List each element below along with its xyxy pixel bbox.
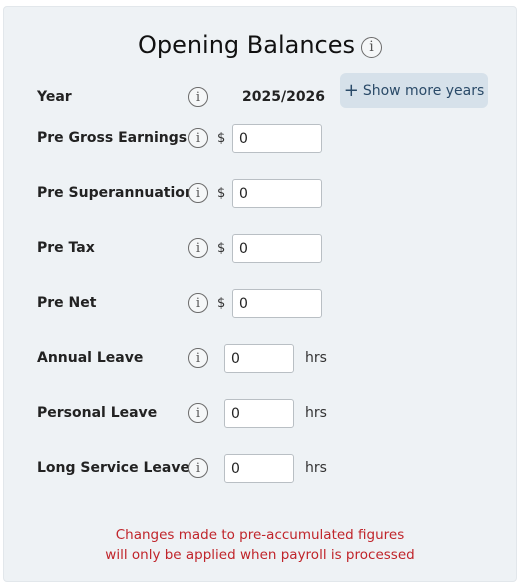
pre-gross-earnings-label: Pre Gross Earnings: [37, 130, 188, 146]
show-more-years-label: Show more years: [362, 82, 485, 99]
year-row: Year i 2025/2026 + Show more years: [4, 73, 516, 113]
pre-superannuation-label: Pre Superannuation: [37, 185, 195, 201]
show-more-years-button[interactable]: + Show more years: [340, 73, 488, 108]
hours-unit: hrs: [305, 405, 327, 421]
page-title-container: Opening Balances i: [4, 31, 516, 59]
currency-symbol: $: [217, 241, 226, 256]
annual-leave-label: Annual Leave: [37, 350, 144, 366]
pre-superannuation-input[interactable]: [232, 179, 322, 208]
opening-balances-panel: Opening Balances i Year i 2025/2026 + Sh…: [3, 6, 517, 582]
currency-symbol: $: [217, 296, 226, 311]
long-service-leave-input[interactable]: [224, 454, 294, 483]
info-icon[interactable]: i: [188, 403, 208, 423]
info-icon[interactable]: i: [188, 183, 208, 203]
pre-gross-earnings-row: Pre Gross Earnings i $: [4, 124, 516, 154]
currency-symbol: $: [217, 131, 226, 146]
currency-symbol: $: [217, 186, 226, 201]
info-icon[interactable]: i: [188, 128, 208, 148]
info-icon[interactable]: i: [188, 348, 208, 368]
plus-icon: +: [343, 79, 359, 101]
info-icon[interactable]: i: [188, 238, 208, 258]
pre-tax-label: Pre Tax: [37, 240, 95, 256]
annual-leave-row: Annual Leave i hrs: [4, 344, 516, 374]
personal-leave-input[interactable]: [224, 399, 294, 428]
hours-unit: hrs: [305, 350, 327, 366]
long-service-leave-label: Long Service Leave: [37, 460, 190, 476]
annual-leave-input[interactable]: [224, 344, 294, 373]
pre-gross-earnings-input[interactable]: [232, 124, 322, 153]
info-icon[interactable]: i: [188, 293, 208, 313]
pre-net-label: Pre Net: [37, 295, 97, 311]
personal-leave-row: Personal Leave i hrs: [4, 399, 516, 429]
pre-superannuation-row: Pre Superannuation i $: [4, 179, 516, 209]
info-icon[interactable]: i: [188, 87, 208, 107]
long-service-leave-row: Long Service Leave i hrs: [4, 454, 516, 484]
year-value: 2025/2026: [242, 89, 326, 105]
info-icon[interactable]: i: [361, 36, 383, 58]
year-label: Year: [37, 89, 72, 105]
pre-net-input[interactable]: [232, 289, 322, 318]
warning-line-2: will only be applied when payroll is pro…: [105, 547, 415, 563]
pre-tax-input[interactable]: [232, 234, 322, 263]
page-title: Opening Balances: [137, 31, 356, 59]
page-title-wrap: Opening Balances i: [137, 31, 383, 59]
info-icon[interactable]: i: [188, 458, 208, 478]
payroll-warning-note: Changes made to pre-accumulated figures …: [4, 525, 516, 565]
pre-net-row: Pre Net i $: [4, 289, 516, 319]
personal-leave-label: Personal Leave: [37, 405, 158, 421]
warning-line-1: Changes made to pre-accumulated figures: [115, 527, 405, 543]
hours-unit: hrs: [305, 460, 327, 476]
pre-tax-row: Pre Tax i $: [4, 234, 516, 264]
